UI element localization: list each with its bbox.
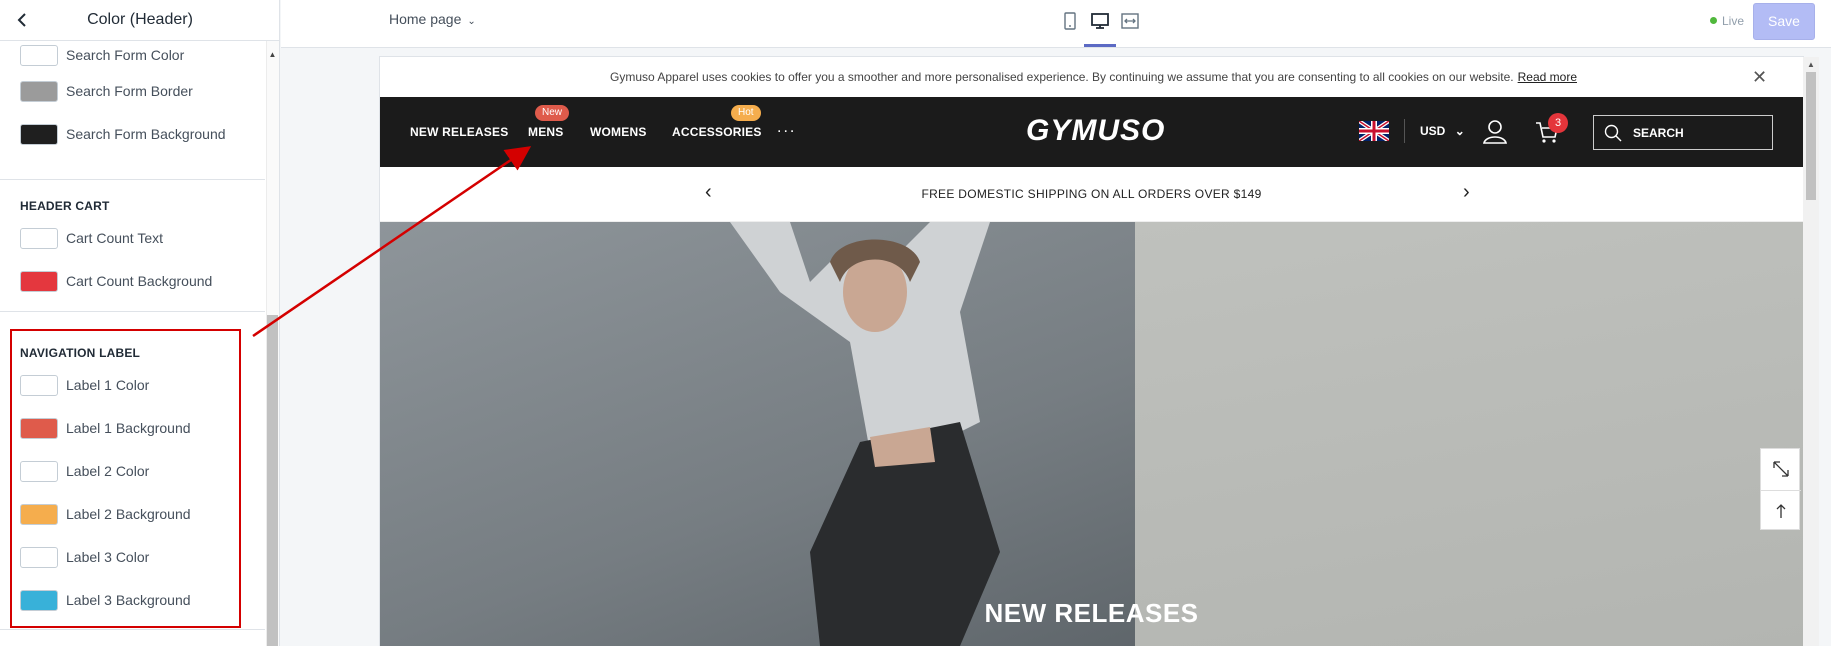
store-header-nav: NEW RELEASES MENS New WOMENS ACCESSORIES… [380,97,1803,167]
nav-item-mens[interactable]: MENS [528,125,563,139]
color-swatch[interactable] [20,80,58,102]
setting-label: Search Form Border [66,83,193,99]
search-icon [1604,124,1622,142]
setting-search-form-color[interactable]: Search Form Color [20,44,184,66]
store-logo[interactable]: GYMUSO [1026,114,1165,148]
currency-label: USD [1420,124,1446,138]
nav-badge-hot: Hot [731,105,761,121]
currency-selector[interactable]: USD ⌄ [1420,124,1465,138]
search-placeholder: SEARCH [1633,126,1684,140]
color-swatch[interactable] [20,270,58,292]
full-width-view-icon[interactable] [1117,10,1143,32]
search-input[interactable]: SEARCH [1593,115,1773,150]
setting-label: Search Form Background [66,126,226,142]
setting-search-form-background[interactable]: Search Form Background [20,123,226,145]
close-icon[interactable]: ✕ [1752,67,1767,88]
desktop-view-icon[interactable] [1087,10,1113,32]
announcement-text: FREE DOMESTIC SHIPPING ON ALL ORDERS OVE… [921,187,1262,201]
cart-count-badge: 3 [1548,113,1568,133]
cookie-banner: Gymuso Apparel uses cookies to offer you… [380,57,1803,97]
color-swatch[interactable] [20,227,58,249]
setting-cart-count-text[interactable]: Cart Count Text [20,227,163,249]
section-divider [0,311,265,312]
uk-flag-icon[interactable] [1359,121,1389,141]
settings-sidebar: Color (Header) Search Form Color Search … [0,0,280,646]
color-swatch[interactable] [20,44,58,66]
section-divider [0,629,265,630]
mobile-view-icon[interactable] [1057,10,1083,32]
sidebar-title: Color (Header) [87,11,193,28]
save-button[interactable]: Save [1753,3,1815,40]
nav-more-menu[interactable]: ... [777,119,796,137]
color-swatch[interactable] [20,123,58,145]
chevron-down-icon: ⌄ [467,16,476,27]
chevron-right-icon[interactable]: › [1463,181,1470,204]
cookie-message: Gymuso Apparel uses cookies to offer you… [610,70,1514,84]
expand-icon[interactable] [1761,449,1801,489]
hero-model-image [730,222,1000,646]
cookie-text: Gymuso Apparel uses cookies to offer you… [610,70,1577,84]
scroll-up-arrow-icon[interactable]: ▲ [267,50,278,60]
store-preview: Gymuso Apparel uses cookies to offer you… [380,57,1803,646]
hero-title: NEW RELEASES [984,598,1199,628]
floating-toolbar [1760,448,1801,530]
announcement-bar: ‹ FREE DOMESTIC SHIPPING ON ALL ORDERS O… [380,167,1803,222]
setting-label: Cart Count Text [66,230,164,246]
setting-search-form-border[interactable]: Search Form Border [20,80,193,102]
live-status-label: Live [1722,14,1745,28]
user-account-icon[interactable] [1481,117,1509,145]
preview-scrollbar-thumb[interactable] [1806,72,1816,200]
annotation-highlight-box [10,329,241,628]
scroll-up-arrow-icon[interactable]: ▲ [1805,60,1817,70]
editor-topbar: Home page ⌄ Live Save [281,0,1831,48]
setting-cart-count-background[interactable]: Cart Count Background [20,270,212,292]
page-selector-label: Home page [389,11,462,27]
nav-item-new-releases[interactable]: NEW RELEASES [410,125,508,139]
nav-badge-new: New [535,105,570,121]
read-more-link[interactable]: Read more [1518,70,1577,84]
active-view-indicator [1084,44,1116,47]
sidebar-scrollbar-thumb[interactable] [267,315,278,646]
hero-banner[interactable]: NEW RELEASES [380,222,1803,646]
chevron-down-icon: ⌄ [1454,124,1465,138]
setting-label: Cart Count Background [66,273,213,289]
setting-label: Search Form Color [66,47,185,63]
page-selector[interactable]: Home page ⌄ [389,11,476,27]
nav-item-accessories[interactable]: ACCESSORIES [672,125,762,139]
sidebar-header: Color (Header) [0,0,280,41]
section-divider [0,179,265,180]
nav-item-womens[interactable]: WOMENS [590,125,647,139]
live-status-dot [1710,17,1717,24]
nav-separator [1404,119,1405,143]
scroll-top-icon[interactable] [1761,490,1801,530]
hero-image-right [1135,222,1803,646]
section-title-header-cart: HEADER CART [20,199,110,213]
